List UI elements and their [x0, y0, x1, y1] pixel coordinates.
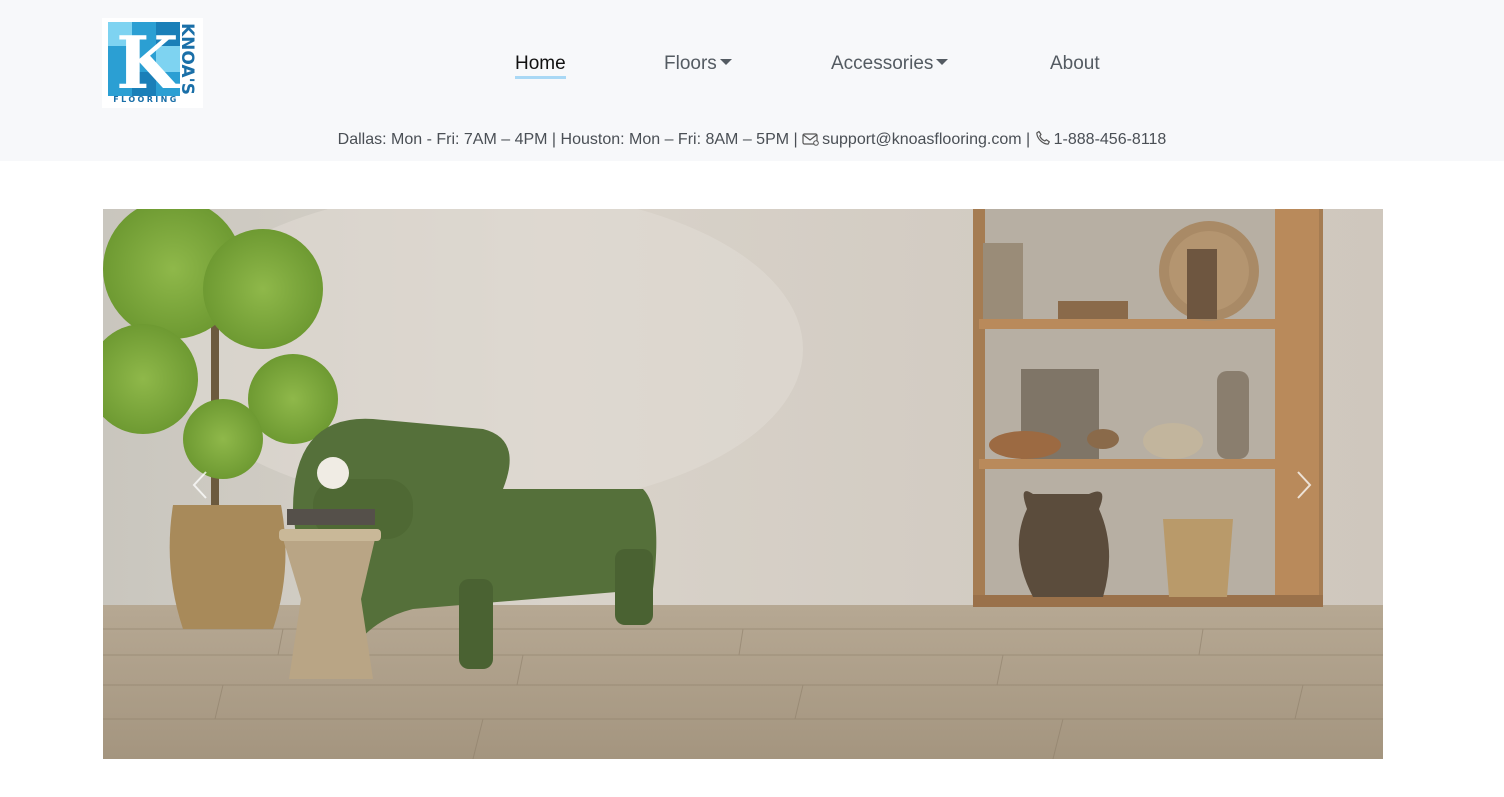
support-email-link[interactable]: support@knoasflooring.com	[822, 131, 1021, 148]
hero-image	[103, 209, 1383, 759]
caret-down-icon	[719, 59, 732, 65]
contact-info-bar: Dallas: Mon - Fri: 7AM – 4PM | Houston: …	[0, 130, 1504, 151]
carousel-prev-button[interactable]	[188, 470, 214, 500]
phone-icon	[1035, 130, 1051, 151]
logo-wordmark: KNOA'S	[177, 22, 197, 96]
logo-tagline: FLOORING	[113, 95, 179, 104]
nav-home-label: Home	[515, 53, 566, 74]
nav-accessories-dropdown[interactable]: Accessories	[831, 52, 949, 78]
carousel-next-button[interactable]	[1290, 470, 1316, 500]
brand-logo[interactable]: K KNOA'S FLOORING	[102, 18, 203, 108]
info-separator: |	[1026, 131, 1031, 148]
business-hours: Dallas: Mon - Fri: 7AM – 4PM | Houston: …	[337, 131, 798, 148]
phone-link[interactable]: 1-888-456-8118	[1054, 131, 1167, 148]
envelope-icon	[802, 132, 819, 151]
nav-home[interactable]: Home	[515, 52, 566, 79]
caret-down-icon	[936, 59, 949, 65]
chevron-right-icon	[1297, 471, 1312, 499]
hero-carousel[interactable]	[103, 209, 1383, 759]
logo-mark: K	[108, 22, 180, 96]
nav-accessories-label: Accessories	[831, 53, 934, 74]
nav-about[interactable]: About	[1050, 52, 1100, 78]
active-indicator	[515, 76, 566, 79]
nav-about-label: About	[1050, 53, 1100, 74]
logo-letter: K	[116, 22, 179, 97]
chevron-left-icon	[192, 471, 207, 499]
site-header: K KNOA'S FLOORING Home Floors Accessorie…	[0, 0, 1504, 161]
nav-floors-label: Floors	[664, 53, 717, 74]
nav-floors-dropdown[interactable]: Floors	[664, 52, 732, 78]
